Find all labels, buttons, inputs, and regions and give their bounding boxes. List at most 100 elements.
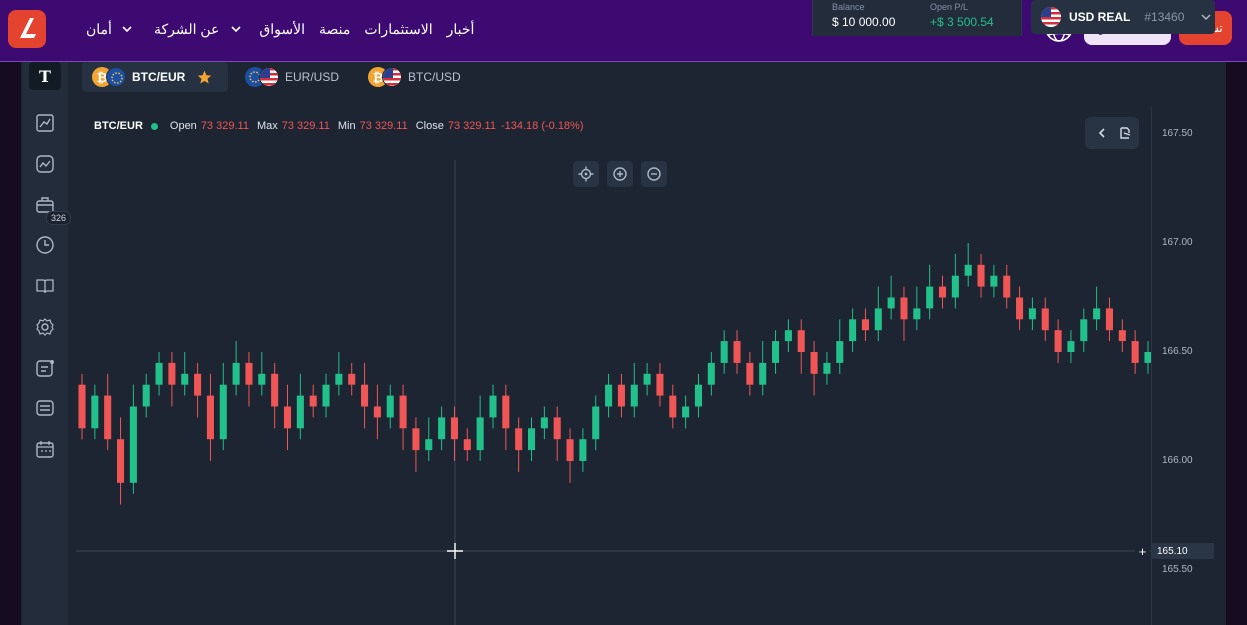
candle-body [540,417,548,429]
candle-body [78,384,86,429]
candle-body [579,439,587,461]
candle-body [592,406,600,440]
candle-body [977,264,985,287]
zoom-out-button[interactable] [641,161,667,187]
candle-body [116,439,125,483]
candle-body [759,362,767,385]
candle-body [784,330,792,342]
chevron-left-icon[interactable] [1096,127,1108,139]
drawing-tools-icon[interactable] [1118,126,1132,140]
candle-body [694,384,703,407]
legend-open-value: 73 329.11 [200,120,249,132]
y-tick: 165.50 [1162,564,1193,575]
candle-body [155,362,163,385]
candle-body [605,384,613,407]
candle-body [630,384,638,407]
y-tick: 167.50 [1162,128,1193,139]
candle-body [181,373,189,385]
candle-body [142,384,150,407]
crosshair-price-label: 165.10 [1152,543,1214,559]
candle-body [450,417,458,440]
y-tick: 166.00 [1162,455,1193,466]
candle-body [823,362,831,374]
candle-body [194,373,202,396]
legend-close-label: Close [415,120,444,132]
candle-body [874,308,882,331]
y-tick: 167.00 [1162,237,1193,248]
candle-body [129,406,137,483]
candle-body [1131,341,1139,363]
candle-body [296,395,304,429]
candle-body [1003,275,1011,298]
candle-body [669,395,677,418]
candle-body [309,395,317,407]
candle-body [271,373,279,407]
candle-body [399,395,407,429]
candle-body [643,373,651,385]
candle-body [707,362,715,385]
candle-body [720,341,728,363]
candle-body [1016,297,1024,320]
candle-body [515,428,523,451]
candle-body [168,362,176,385]
candle-body [1067,341,1075,352]
candle-body [990,275,998,287]
legend-change-value: -134.18 (-0.18%) [500,120,584,132]
candle-body [425,439,433,451]
crosshair-cursor-icon [447,543,463,559]
candle-body [438,417,446,440]
candle-body [951,275,959,298]
candle-body [476,417,484,451]
candle-body [553,417,561,440]
candle-body [617,384,625,407]
candle-body [1080,319,1088,342]
legend-symbol: BTC/EUR [94,120,143,132]
chart-tools [1085,117,1139,149]
candle-body [1093,308,1101,320]
live-indicator [150,122,158,130]
legend-min-value: 73 329.11 [359,120,408,132]
candle-body [322,384,330,407]
candle-body [219,384,227,440]
candle-body [836,341,844,363]
candle-body [1118,330,1126,342]
candle-body [386,395,394,418]
candle-body [797,330,805,352]
zoom-in-icon [613,167,627,181]
candle-body [91,395,99,429]
add-alert-icon[interactable]: + [1135,544,1150,559]
candle-body [772,341,780,363]
zoom-in-button[interactable] [607,161,633,187]
candle-body [373,406,381,418]
candle-body [412,428,420,451]
candle-body [1041,308,1049,331]
candle-body [502,395,510,429]
candle-body [746,362,754,385]
candle-body [335,373,343,385]
candle-body [938,286,947,298]
candle-body [810,352,818,374]
legend-min-label: Min [337,120,356,132]
candlestick-chart[interactable] [0,0,1247,625]
candle-body [283,406,292,429]
candle-body [566,439,574,461]
candle-body [913,308,921,320]
candle-body [887,297,895,309]
candle-body [463,439,471,451]
candle-body [1105,308,1114,331]
candle-body [206,395,214,440]
candle-body [861,319,869,331]
candle-body [527,428,536,451]
candle-body [1054,330,1062,352]
recenter-button[interactable] [573,161,599,187]
candle-body [258,373,266,385]
legend-max-value: 73 329.11 [281,120,330,132]
legend-open-label: Open [169,120,197,132]
candle-body [900,297,908,320]
candle-body [964,264,972,276]
candle-body [104,395,112,440]
candle-body [849,319,857,342]
candle-body [656,373,664,396]
candle-body [245,362,253,385]
candle-body [348,373,356,385]
